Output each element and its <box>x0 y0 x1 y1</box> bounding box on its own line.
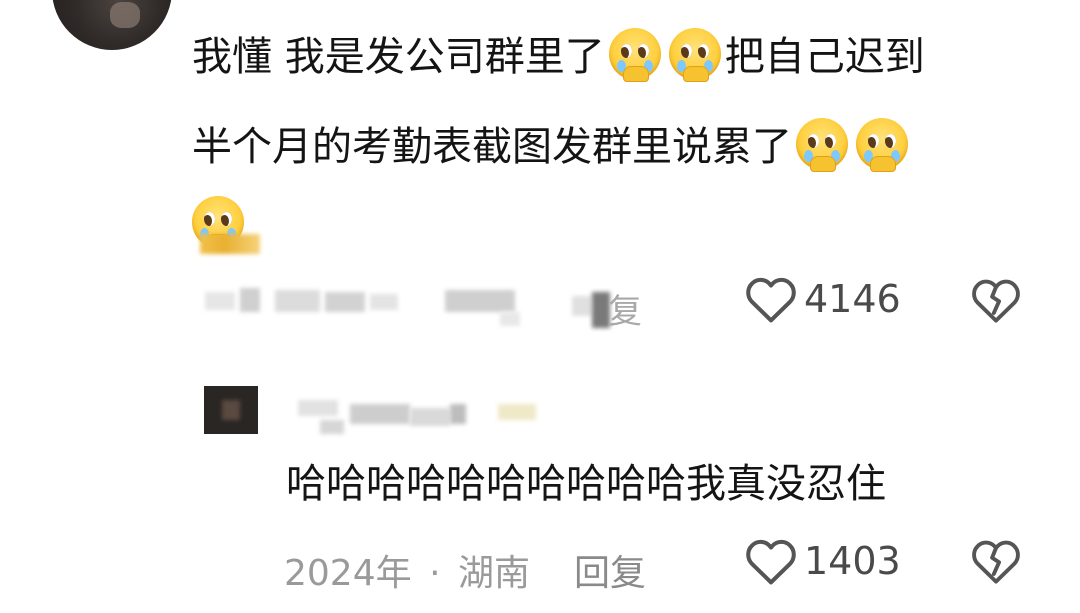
mosaic-blur <box>320 420 344 434</box>
dislike-button[interactable] <box>970 537 1022 585</box>
mosaic-blur <box>275 290 320 312</box>
like-count: 1403 <box>804 539 901 583</box>
comment-text-segment: 把自己迟到 <box>724 34 925 80</box>
reply-meta: 2024年 · 湖南 <box>284 544 530 596</box>
mosaic-blur <box>205 292 235 310</box>
reply-date: 2024年 <box>284 553 412 594</box>
reply-avatar[interactable] <box>204 386 258 434</box>
comment-text-segment: 我懂 我是发公司群里了 <box>192 34 605 80</box>
mosaic-blur <box>445 290 515 312</box>
mosaic-blur <box>200 234 260 254</box>
commenter-avatar[interactable] <box>52 0 172 50</box>
heart-outline-icon <box>746 539 796 585</box>
pleading-face-emoji <box>668 28 721 82</box>
mosaic-blur <box>298 400 338 416</box>
reply-button[interactable]: 回复 <box>574 544 646 596</box>
broken-heart-icon <box>972 540 1020 584</box>
mosaic-blur <box>350 404 410 424</box>
pleading-face-emoji <box>608 28 661 82</box>
broken-heart-icon <box>972 279 1020 323</box>
comment-text-segment: 半个月的考勤表截图发群里说累了 <box>192 124 792 170</box>
meta-partial-text: 复 <box>608 292 642 332</box>
mosaic-blur <box>500 312 520 326</box>
pleading-face-emoji <box>856 118 908 172</box>
meta-separator: · <box>429 553 441 594</box>
mosaic-blur <box>370 294 398 310</box>
comment-line-1: 我懂 我是发公司群里了 把自己迟到 <box>192 28 925 82</box>
mosaic-blur <box>240 288 260 312</box>
pleading-face-emoji <box>796 118 848 172</box>
reply-text: 哈哈哈哈哈哈哈哈哈哈我真没忍住 <box>286 461 886 507</box>
reply-location: 湖南 <box>457 553 530 594</box>
mosaic-blur <box>410 408 450 426</box>
mosaic-blur <box>572 296 592 316</box>
mosaic-blur <box>450 404 466 424</box>
like-button[interactable]: 4146 <box>744 274 901 324</box>
heart-outline-icon <box>746 277 796 323</box>
like-button[interactable]: 1403 <box>744 536 901 586</box>
comment-line-2: 半个月的考勤表截图发群里说累了 <box>192 118 912 172</box>
mosaic-blur <box>498 404 536 420</box>
mosaic-blur <box>325 292 365 312</box>
like-count: 4146 <box>804 277 901 321</box>
dislike-button[interactable] <box>970 276 1022 324</box>
